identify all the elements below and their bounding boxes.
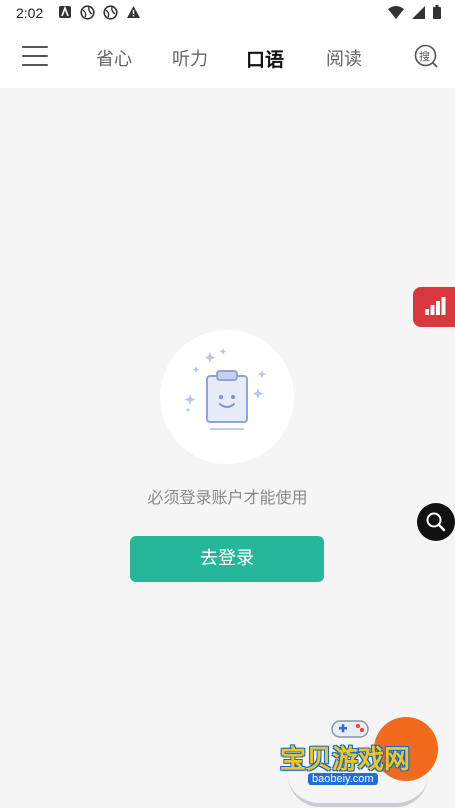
globe-icon — [103, 5, 118, 20]
wifi-icon — [388, 5, 404, 19]
stats-float-button[interactable] — [413, 287, 455, 327]
warning-icon — [127, 6, 140, 18]
search-float-button[interactable] — [417, 503, 455, 541]
login-button[interactable]: 去登录 — [130, 536, 324, 582]
watermark-logo: 宝贝游戏网 baobeiy.com — [278, 715, 448, 807]
magnifier-icon — [426, 512, 446, 532]
empty-state-illustration — [160, 330, 294, 464]
login-required-message: 必须登录账户才能使用 — [147, 488, 308, 507]
hamburger-icon[interactable] — [22, 46, 48, 68]
status-right-icons — [388, 5, 441, 19]
tab-kouyu[interactable]: 口语 — [246, 45, 284, 72]
globe-icon — [80, 5, 95, 20]
watermark-text: 宝贝游戏网 — [280, 745, 411, 775]
main-content: 必须登录账户才能使用 去登录 — [0, 88, 455, 808]
bar-chart-icon — [425, 297, 446, 315]
search-button[interactable]: 搜 — [414, 44, 438, 68]
tab-tingli[interactable]: 听力 — [172, 45, 208, 71]
search-label: 搜 — [419, 50, 430, 63]
status-bar: 2:02 — [0, 0, 455, 26]
status-time: 2:02 — [16, 5, 44, 21]
a-notification-icon — [59, 5, 71, 18]
top-nav-bar: 省心 听力 口语 阅读 搜 — [0, 26, 455, 88]
tab-shengxin[interactable]: 省心 — [96, 45, 132, 71]
watermark-url: baobeiy.com — [308, 773, 378, 785]
battery-icon — [433, 5, 441, 19]
clipboard-icon — [184, 348, 267, 430]
tab-yuedu[interactable]: 阅读 — [326, 45, 362, 71]
gamepad-icon — [331, 720, 369, 738]
cell-signal-icon — [412, 5, 425, 19]
status-left-icons — [58, 5, 141, 20]
category-tabs: 省心 听力 口语 阅读 — [76, 26, 376, 88]
